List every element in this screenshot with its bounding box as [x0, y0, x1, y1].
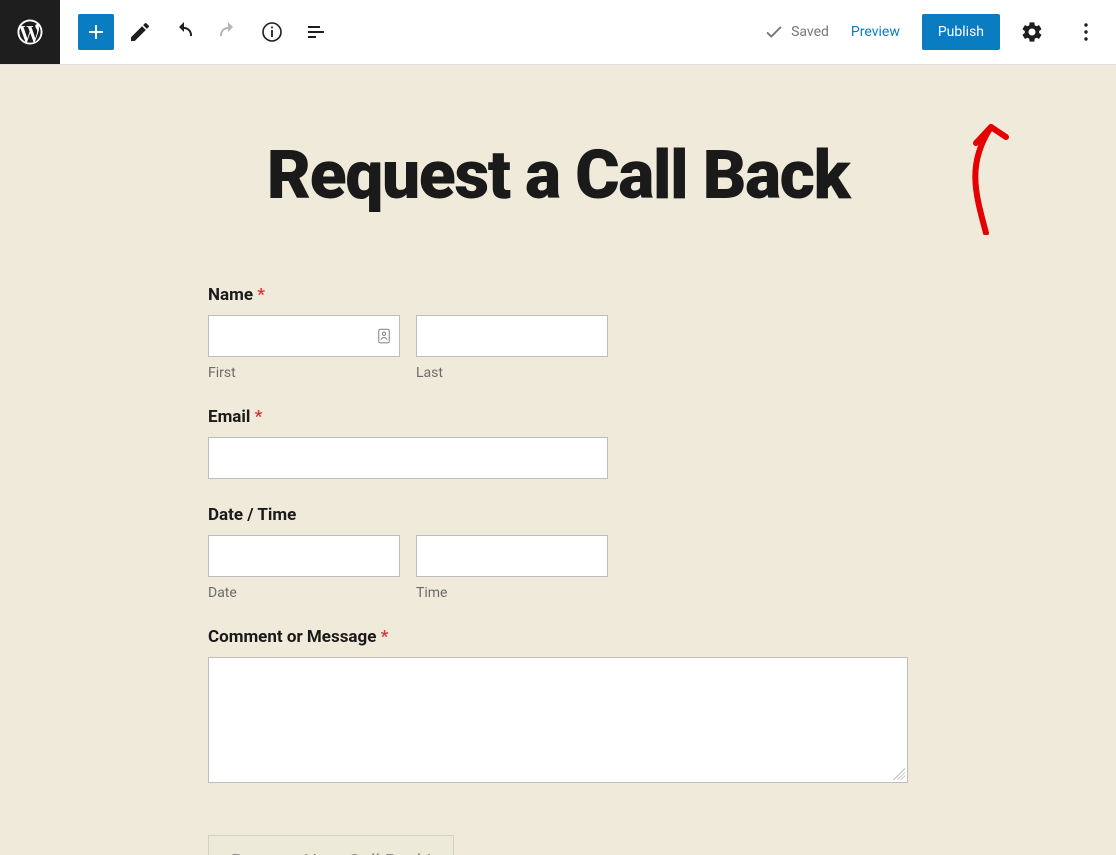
kebab-icon [1074, 20, 1098, 44]
first-name-sublabel: First [208, 365, 400, 381]
last-name-input[interactable] [416, 315, 608, 357]
toolbar-left-group [60, 14, 334, 50]
comment-textarea[interactable] [208, 657, 908, 783]
editor-canvas: Request a Call Back Name * First [0, 65, 1116, 855]
save-status: Saved [763, 21, 829, 43]
time-sublabel: Time [416, 585, 608, 601]
comment-label: Comment or Message * [208, 627, 908, 647]
info-icon [260, 20, 284, 44]
list-view-icon [304, 20, 328, 44]
comment-field: Comment or Message * [208, 627, 908, 783]
redo-icon [216, 20, 240, 44]
name-field: Name * First Last [208, 285, 908, 381]
name-label: Name * [208, 285, 908, 305]
date-sublabel: Date [208, 585, 400, 601]
add-block-button[interactable] [78, 14, 114, 50]
editor-toolbar: Saved Preview Publish [0, 0, 1116, 65]
edit-modes-button[interactable] [122, 14, 158, 50]
checkmark-icon [763, 21, 785, 43]
publish-button[interactable]: Publish [922, 14, 1000, 50]
first-name-input[interactable] [208, 315, 400, 357]
contact-form: Name * First Last [208, 285, 908, 855]
outline-button[interactable] [298, 14, 334, 50]
required-indicator: * [255, 407, 263, 427]
date-input[interactable] [208, 535, 400, 577]
wordpress-logo[interactable] [0, 0, 60, 64]
datetime-field: Date / Time Date Time [208, 505, 908, 601]
gear-icon [1020, 20, 1044, 44]
required-indicator: * [257, 285, 265, 305]
more-options-button[interactable] [1064, 10, 1108, 54]
toolbar-right-group: Saved Preview Publish [763, 10, 1116, 54]
email-field: Email * [208, 407, 908, 479]
required-indicator: * [381, 627, 389, 647]
datetime-label-text: Date / Time [208, 505, 296, 525]
undo-button[interactable] [166, 14, 202, 50]
name-label-text: Name [208, 285, 253, 305]
redo-button[interactable] [210, 14, 246, 50]
comment-label-text: Comment or Message [208, 627, 376, 647]
page-title[interactable]: Request a Call Back [0, 135, 1116, 215]
settings-button[interactable] [1010, 10, 1054, 54]
preview-button[interactable]: Preview [839, 14, 912, 50]
wordpress-icon [15, 17, 45, 47]
undo-icon [172, 20, 196, 44]
save-status-label: Saved [791, 24, 829, 40]
details-button[interactable] [254, 14, 290, 50]
datetime-label: Date / Time [208, 505, 908, 525]
submit-button[interactable]: Request Your Call Back! [208, 835, 454, 855]
autofill-icon [375, 326, 393, 346]
last-name-sublabel: Last [416, 365, 608, 381]
email-input[interactable] [208, 437, 608, 479]
time-input[interactable] [416, 535, 608, 577]
plus-icon [84, 20, 108, 44]
email-label-text: Email [208, 407, 250, 427]
email-label: Email * [208, 407, 908, 427]
pencil-icon [128, 20, 152, 44]
